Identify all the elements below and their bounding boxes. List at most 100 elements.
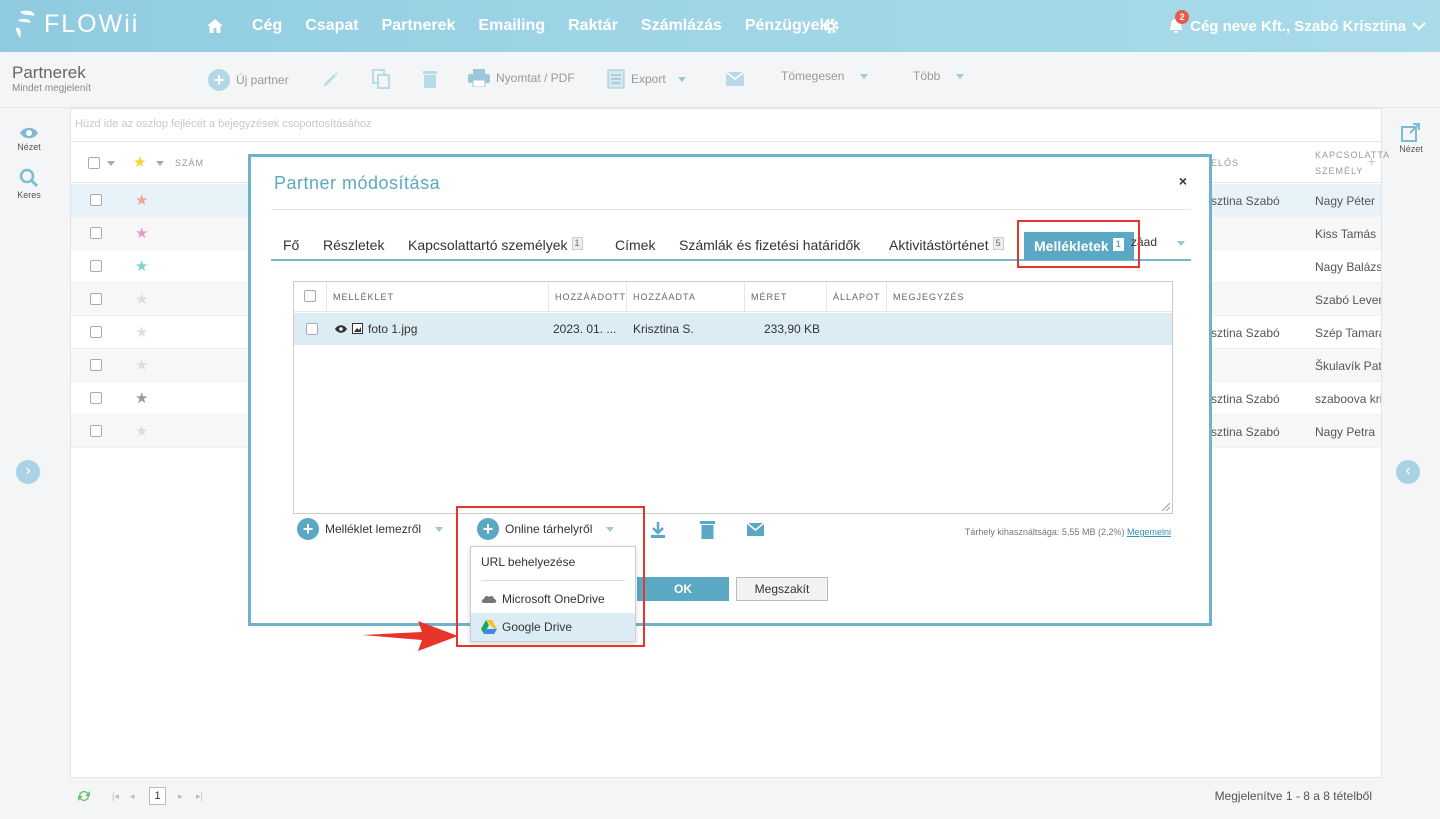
next-page-icon[interactable]: ▸ bbox=[178, 791, 183, 802]
gear-icon[interactable] bbox=[822, 17, 840, 35]
add-column-icon[interactable]: + bbox=[1367, 154, 1376, 172]
first-page-icon[interactable]: |◂ bbox=[112, 791, 119, 802]
current-page[interactable]: 1 bbox=[149, 787, 166, 805]
close-icon[interactable]: × bbox=[1179, 173, 1187, 189]
external-link-icon bbox=[1401, 123, 1420, 142]
cancel-button[interactable]: Megszakít bbox=[736, 577, 828, 601]
tab-cimek[interactable]: Címek bbox=[615, 237, 655, 253]
more-menu[interactable]: Több bbox=[913, 69, 965, 83]
nav-item-csapat[interactable]: Csapat bbox=[305, 17, 358, 35]
resize-handle-icon[interactable] bbox=[1162, 503, 1170, 511]
flowii-logo[interactable]: FLOWii bbox=[12, 8, 139, 40]
search-label: Keres bbox=[17, 190, 41, 200]
notification-badge: 2 bbox=[1175, 10, 1190, 24]
highlight-box-tab bbox=[1017, 220, 1140, 268]
star-header-icon[interactable]: ★ bbox=[133, 153, 146, 171]
row-checkbox[interactable] bbox=[90, 425, 102, 437]
email-icon[interactable] bbox=[747, 523, 764, 536]
favorite-star-icon[interactable]: ★ bbox=[135, 290, 148, 308]
nav-item-ceg[interactable]: Cég bbox=[252, 17, 282, 35]
email-icon[interactable] bbox=[726, 72, 744, 86]
nav-item-raktar[interactable]: Raktár bbox=[568, 17, 618, 35]
nav-item-emailing[interactable]: Emailing bbox=[478, 17, 545, 35]
delete-icon[interactable] bbox=[422, 69, 438, 89]
attachment-size: 233,90 KB bbox=[764, 322, 821, 336]
attachment-row[interactable]: foto 1.jpg 2023. 01. ... Krisztina S. 23… bbox=[294, 313, 1172, 345]
row-contact[interactable]: Škulavík Pat bbox=[1315, 359, 1381, 373]
row-checkbox[interactable] bbox=[90, 359, 102, 371]
print-button[interactable]: Nyomtat / PDF bbox=[468, 69, 575, 87]
user-menu[interactable]: 2 Cég neve Kft., Szabó Krisztina bbox=[1168, 0, 1426, 52]
edit-icon[interactable] bbox=[322, 70, 340, 88]
header-number[interactable]: SZÁM bbox=[175, 158, 204, 168]
grid-footer: |◂ ◂ 1 ▸ ▸| Megjelenítve 1 - 8 a 8 tétel… bbox=[70, 778, 1382, 812]
row-checkbox[interactable] bbox=[90, 293, 102, 305]
header-added[interactable]: HOZZÁADOTT bbox=[548, 282, 626, 312]
right-view-toggle[interactable]: Nézet bbox=[1382, 122, 1440, 154]
last-page-icon[interactable]: ▸| bbox=[196, 791, 203, 802]
nav-item-penzugyek[interactable]: Pénzügyek bbox=[745, 17, 829, 35]
expand-left-icon[interactable]: › bbox=[16, 460, 40, 484]
select-all-checkbox[interactable] bbox=[88, 157, 100, 169]
attach-from-disk-button[interactable]: + Melléklet lemezről bbox=[297, 518, 444, 540]
header-added-by[interactable]: HOZZÁADTA bbox=[626, 282, 744, 312]
new-partner-button[interactable]: + Új partner bbox=[208, 69, 289, 91]
row-contact[interactable]: Kiss Tamás bbox=[1315, 227, 1381, 241]
header-owner[interactable]: ELŐS bbox=[1211, 158, 1239, 168]
row-contact[interactable]: Nagy Péter bbox=[1315, 194, 1381, 208]
row-checkbox[interactable] bbox=[90, 194, 102, 206]
tab-aktivitastortenet[interactable]: Aktivitástörténet 5 bbox=[889, 237, 1004, 253]
tabs-dropdown-icon[interactable] bbox=[1177, 241, 1185, 246]
select-all-attachments-checkbox[interactable] bbox=[304, 290, 316, 302]
divider bbox=[271, 209, 1191, 210]
attachment-name[interactable]: foto 1.jpg bbox=[368, 322, 417, 336]
tab-kapcsolattarto[interactable]: Kapcsolattartó személyek 1 bbox=[408, 237, 583, 253]
favorite-star-icon[interactable]: ★ bbox=[135, 323, 148, 341]
search-toggle[interactable]: Keres bbox=[0, 168, 58, 200]
export-label: Export bbox=[631, 72, 666, 86]
refresh-icon[interactable] bbox=[76, 789, 92, 803]
attachment-checkbox[interactable] bbox=[306, 323, 318, 335]
upgrade-storage-link[interactable]: Megemelni bbox=[1127, 527, 1171, 537]
row-checkbox[interactable] bbox=[90, 227, 102, 239]
row-checkbox[interactable] bbox=[90, 392, 102, 404]
home-icon[interactable] bbox=[206, 17, 224, 35]
row-contact[interactable]: Szép Tamara bbox=[1315, 326, 1381, 340]
tab-szamlak[interactable]: Számlák és fizetési határidők bbox=[679, 237, 860, 253]
page-subtitle[interactable]: Mindet megjelenít bbox=[12, 83, 91, 94]
download-icon[interactable] bbox=[651, 522, 665, 538]
caret-down-icon[interactable] bbox=[107, 161, 115, 166]
nav-item-szamlazas[interactable]: Számlázás bbox=[641, 17, 722, 35]
row-checkbox[interactable] bbox=[90, 260, 102, 272]
prev-page-icon[interactable]: ◂ bbox=[130, 791, 135, 802]
nav-item-partnerek[interactable]: Partnerek bbox=[382, 17, 456, 35]
delete-icon[interactable] bbox=[700, 520, 715, 539]
favorite-star-icon[interactable]: ★ bbox=[135, 422, 148, 440]
expand-right-icon[interactable]: ‹ bbox=[1396, 460, 1420, 484]
caret-down-icon[interactable] bbox=[156, 161, 164, 166]
row-contact[interactable]: Nagy Petra bbox=[1315, 425, 1381, 439]
header-attachment[interactable]: MELLÉKLET bbox=[326, 282, 548, 312]
favorite-star-icon[interactable]: ★ bbox=[135, 191, 148, 209]
favorite-star-icon[interactable]: ★ bbox=[135, 224, 148, 242]
favorite-star-icon[interactable]: ★ bbox=[135, 389, 148, 407]
header-status[interactable]: ÁLLAPOT bbox=[826, 282, 886, 312]
export-button[interactable]: Export bbox=[607, 69, 686, 89]
bulk-menu[interactable]: Tömegesen bbox=[781, 69, 869, 83]
eye-icon[interactable] bbox=[335, 325, 347, 333]
header-size[interactable]: MÉRET bbox=[744, 282, 826, 312]
ok-button[interactable]: OK bbox=[637, 577, 729, 601]
favorite-star-icon[interactable]: ★ bbox=[135, 356, 148, 374]
row-contact[interactable]: Nagy Balázs bbox=[1315, 260, 1381, 274]
header-note[interactable]: MEGJEGYZÉS bbox=[886, 282, 1172, 312]
bulk-label: Tömegesen bbox=[781, 69, 845, 83]
tab-reszletek[interactable]: Részletek bbox=[323, 237, 384, 253]
view-toggle[interactable]: Nézet bbox=[0, 126, 58, 152]
tab-fo[interactable]: Fő bbox=[283, 237, 299, 253]
row-checkbox[interactable] bbox=[90, 326, 102, 338]
favorite-star-icon[interactable]: ★ bbox=[135, 257, 148, 275]
copy-icon[interactable] bbox=[372, 69, 390, 89]
bell-icon[interactable]: 2 bbox=[1168, 10, 1190, 35]
row-contact[interactable]: Szabó Leven bbox=[1315, 293, 1381, 307]
row-contact[interactable]: szaboova kri bbox=[1315, 392, 1381, 406]
